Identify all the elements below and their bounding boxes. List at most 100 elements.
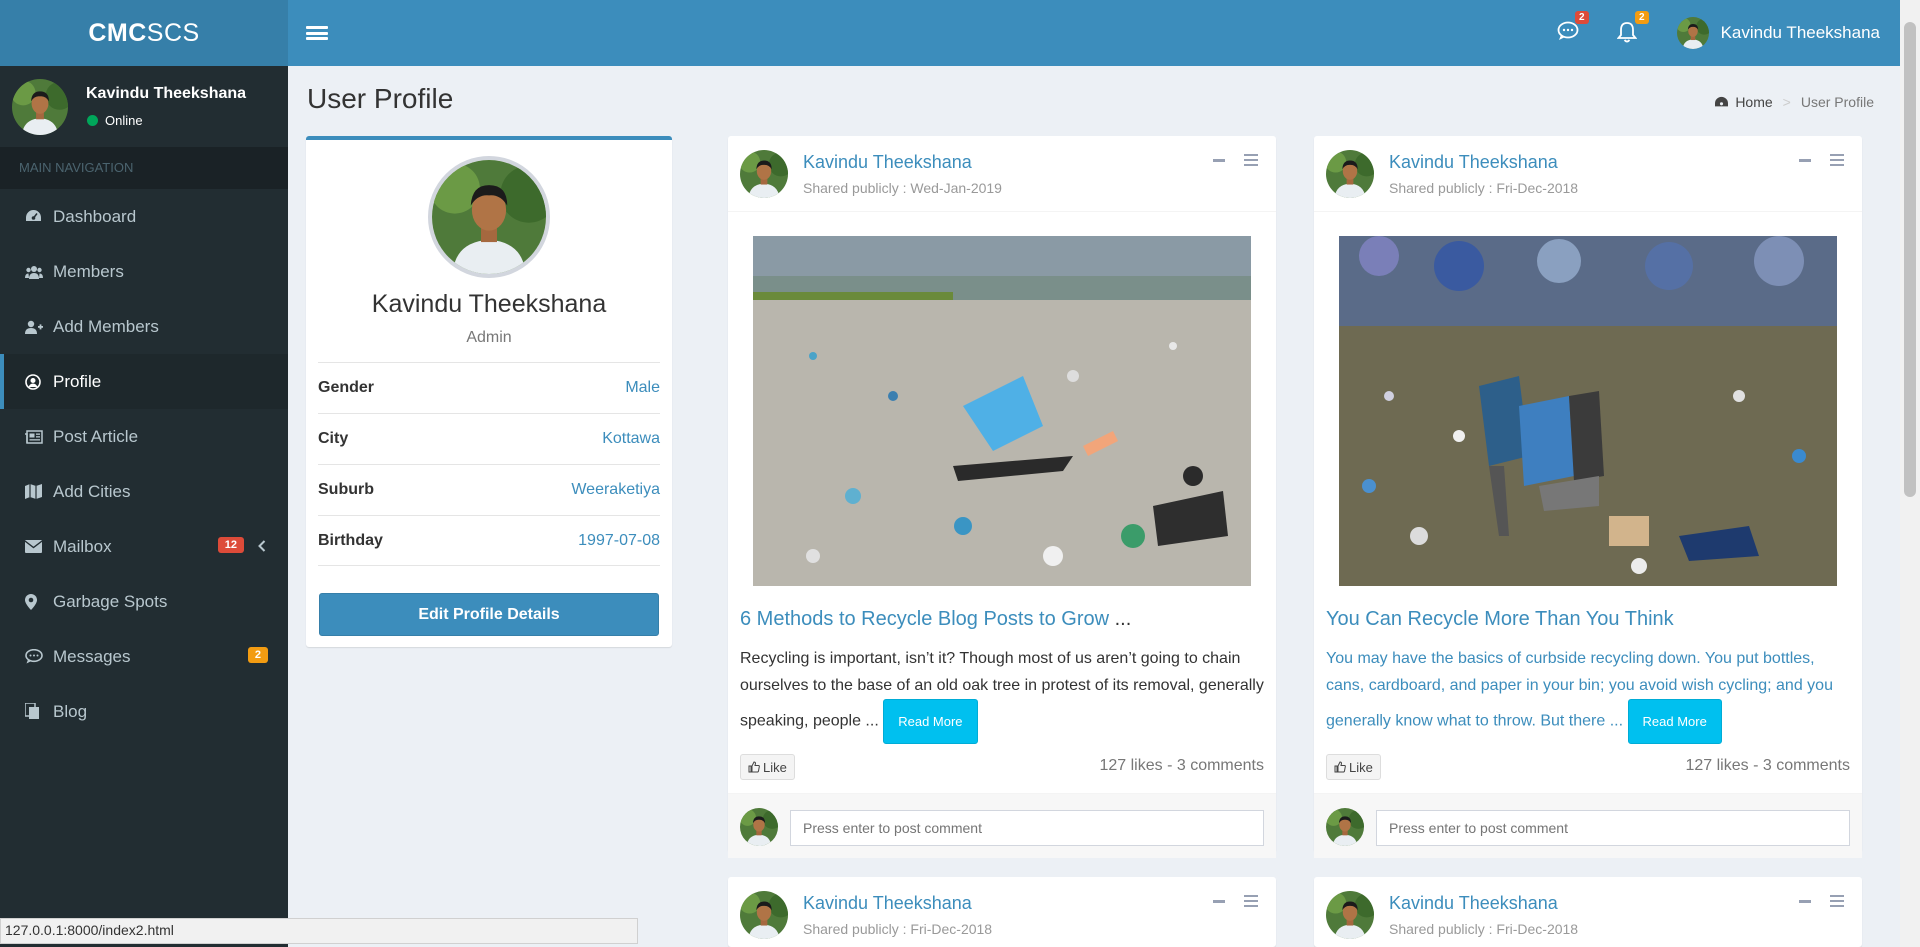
avatar bbox=[1326, 150, 1374, 198]
collapse-icon[interactable] bbox=[1799, 899, 1811, 903]
menu-icon[interactable] bbox=[1244, 154, 1258, 166]
user-status-label: Online bbox=[105, 113, 143, 128]
like-label: Like bbox=[1349, 759, 1373, 775]
post-footer: Like 127 likes - 3 comments bbox=[728, 754, 1276, 794]
field-value[interactable]: 1997-07-08 bbox=[578, 532, 660, 550]
post-excerpt: You may have the basics of curbside recy… bbox=[1326, 645, 1850, 744]
user-menu[interactable]: Kavindu Theekshana bbox=[1677, 17, 1880, 49]
sidebar-item-members[interactable]: Members bbox=[0, 244, 288, 299]
thumbs-up-icon bbox=[1334, 761, 1346, 773]
post-shared-date: Shared publicly : Fri-Dec-2018 bbox=[1389, 921, 1579, 937]
blog-post-card: Kavindu Theekshana Shared publicly : Fri… bbox=[1314, 136, 1862, 858]
scrollbar-thumb[interactable] bbox=[1904, 22, 1916, 497]
sidebar-item-add-members[interactable]: Add Members bbox=[0, 299, 288, 354]
sidebar-item-profile[interactable]: Profile bbox=[0, 354, 288, 409]
sidebar-item-mailbox[interactable]: Mailbox 12 bbox=[0, 519, 288, 574]
page-scrollbar[interactable] bbox=[1900, 0, 1920, 947]
user-status: Online bbox=[86, 113, 246, 128]
breadcrumb-home[interactable]: Home bbox=[1735, 94, 1772, 110]
post-author[interactable]: Kavindu Theekshana bbox=[1389, 893, 1558, 914]
menu-icon[interactable] bbox=[1244, 895, 1258, 907]
read-more-button[interactable]: Read More bbox=[883, 699, 978, 744]
messages-count-badge: 2 bbox=[1575, 11, 1589, 24]
user-panel: Kavindu Theekshana Online bbox=[0, 66, 288, 147]
collapse-icon[interactable] bbox=[1799, 158, 1811, 162]
comments-icon bbox=[1557, 21, 1578, 40]
sidebar-item-label: Add Members bbox=[53, 316, 159, 336]
chevron-left-icon[interactable] bbox=[258, 537, 266, 557]
sidebar-item-garbage-spots[interactable]: Garbage Spots bbox=[0, 574, 288, 629]
logo-bold: CMC bbox=[88, 18, 147, 47]
post-title-ellipsis: ... bbox=[1109, 608, 1132, 630]
sidebar-item-label: Profile bbox=[53, 371, 102, 391]
profile-role: Admin bbox=[466, 329, 512, 346]
sidebar-item-messages[interactable]: Messages 2 bbox=[0, 629, 288, 684]
post-title-text[interactable]: 6 Methods to Recycle Blog Posts to Grow bbox=[740, 608, 1109, 630]
post-author[interactable]: Kavindu Theekshana bbox=[803, 893, 972, 914]
post-author[interactable]: Kavindu Theekshana bbox=[803, 152, 972, 173]
like-button[interactable]: Like bbox=[1326, 754, 1381, 780]
field-value[interactable]: Weeraketiya bbox=[571, 481, 660, 499]
user-plus-icon bbox=[25, 320, 53, 334]
post-header: Kavindu Theekshana Shared publicly : Fri… bbox=[728, 877, 1276, 947]
post-tools bbox=[1213, 895, 1258, 907]
like-label: Like bbox=[763, 759, 787, 775]
sidebar-item-label: Dashboard bbox=[53, 206, 137, 226]
browser-status-url: 127.0.0.1:8000/index2.html bbox=[0, 918, 638, 944]
field-label: Suburb bbox=[318, 481, 374, 498]
field-label: Birthday bbox=[318, 531, 383, 549]
sidebar-item-post-article[interactable]: Post Article bbox=[0, 409, 288, 464]
field-value[interactable]: Kottawa bbox=[602, 430, 660, 448]
messages-menu[interactable]: 2 bbox=[1557, 11, 1589, 45]
comment-input[interactable] bbox=[790, 810, 1264, 846]
collapse-icon[interactable] bbox=[1213, 899, 1225, 903]
post-footer: Like 127 likes - 3 comments bbox=[1314, 754, 1862, 794]
post-shared-date: Shared publicly : Fri-Dec-2018 bbox=[803, 921, 993, 937]
notifications-menu[interactable]: 2 bbox=[1616, 11, 1649, 45]
menu-icon[interactable] bbox=[1830, 895, 1844, 907]
read-more-button[interactable]: Read More bbox=[1627, 699, 1722, 744]
sidebar-item-dashboard[interactable]: Dashboard bbox=[0, 189, 288, 244]
field-value[interactable]: Male bbox=[625, 379, 660, 397]
files-icon bbox=[25, 703, 53, 720]
avatar bbox=[1677, 17, 1709, 49]
post-header: Kavindu Theekshana Shared publicly : Fri… bbox=[1314, 877, 1862, 947]
post-shared-date: Shared publicly : Fri-Dec-2018 bbox=[1389, 180, 1579, 196]
profile-avatar bbox=[428, 156, 550, 278]
comment-input[interactable] bbox=[1376, 810, 1850, 846]
sidebar-item-add-cities[interactable]: Add Cities bbox=[0, 464, 288, 519]
post-title[interactable]: You Can Recycle More Than You Think bbox=[1326, 608, 1862, 631]
breadcrumb: Home > User Profile bbox=[1714, 94, 1874, 110]
edit-profile-button[interactable]: Edit Profile Details bbox=[319, 593, 659, 636]
avatar bbox=[12, 79, 68, 135]
post-title-text[interactable]: You Can Recycle More Than You Think bbox=[1326, 608, 1674, 630]
post-excerpt-text: Recycling is important, isn’t it? Though… bbox=[740, 650, 1264, 730]
thumbs-up-icon bbox=[748, 761, 760, 773]
profile-row-birthday: Birthday 1997-07-08 bbox=[318, 515, 660, 566]
avatar bbox=[740, 808, 778, 846]
post-title[interactable]: 6 Methods to Recycle Blog Posts to Grow … bbox=[740, 608, 1276, 631]
collapse-icon[interactable] bbox=[1213, 158, 1225, 162]
comment-row bbox=[1314, 794, 1862, 858]
like-button[interactable]: Like bbox=[740, 754, 795, 780]
sidebar-item-blog[interactable]: Blog bbox=[0, 684, 288, 739]
logo[interactable]: CMC SCS bbox=[0, 0, 288, 66]
profile-row-city: City Kottawa bbox=[318, 413, 660, 464]
post-author[interactable]: Kavindu Theekshana bbox=[1389, 152, 1558, 173]
blog-post-card: Kavindu Theekshana Shared publicly : Fri… bbox=[1314, 877, 1862, 947]
page-title: User Profile bbox=[307, 83, 454, 114]
sidebar-item-label: Add Cities bbox=[53, 481, 131, 501]
avatar bbox=[1326, 808, 1364, 846]
top-navbar: 2 2 Kavindu Theekshana bbox=[288, 0, 1900, 66]
logo-light: SCS bbox=[146, 18, 200, 47]
online-dot-icon bbox=[87, 115, 98, 126]
menu-icon[interactable] bbox=[1830, 154, 1844, 166]
post-header: Kavindu Theekshana Shared publicly : Wed… bbox=[728, 136, 1276, 212]
breadcrumb-separator: > bbox=[1782, 94, 1791, 110]
envelope-icon bbox=[25, 540, 53, 553]
profile-card: Kavindu Theekshana Admin Gender Male Cit… bbox=[306, 136, 672, 647]
bell-icon bbox=[1616, 22, 1637, 43]
comments-icon bbox=[25, 649, 53, 664]
sidebar-toggle-icon[interactable] bbox=[306, 23, 328, 43]
sidebar: CMC SCS Kavindu Theekshana Online MAIN NA… bbox=[0, 0, 288, 947]
